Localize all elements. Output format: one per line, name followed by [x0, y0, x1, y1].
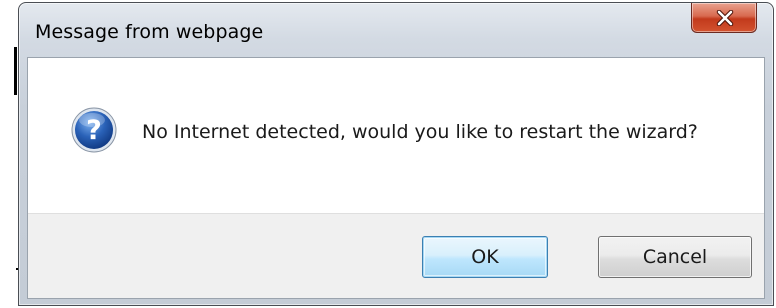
background-window-edge — [14, 47, 17, 95]
message-dialog: Message from webpage ? No Internet detec… — [18, 2, 774, 306]
close-button[interactable] — [691, 3, 757, 33]
dialog-client-area: ? No Internet detected, would you like t… — [27, 57, 765, 299]
button-bar: OK Cancel — [28, 213, 764, 298]
message-area: ? No Internet detected, would you like t… — [28, 58, 764, 213]
dialog-titlebar[interactable]: Message from webpage — [19, 3, 773, 57]
question-icon: ? — [71, 107, 117, 153]
dialog-title: Message from webpage — [35, 21, 264, 43]
svg-text:?: ? — [86, 115, 102, 146]
close-icon — [716, 10, 734, 26]
cancel-button[interactable]: Cancel — [598, 236, 752, 278]
ok-button[interactable]: OK — [422, 236, 548, 278]
dialog-message: No Internet detected, would you like to … — [142, 121, 698, 143]
